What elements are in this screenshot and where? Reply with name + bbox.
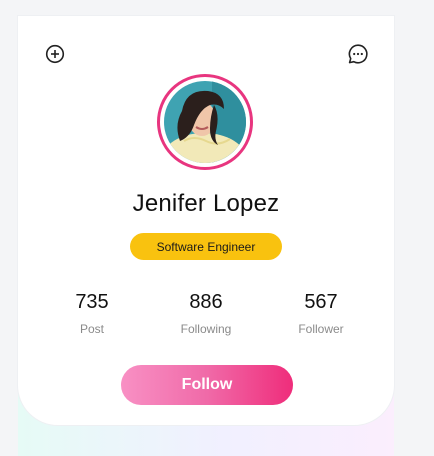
stat-follower: 567 Follower [271,290,371,336]
stat-label: Follower [298,322,344,336]
stat-value: 886 [189,291,223,313]
stat-value: 567 [304,291,338,313]
follow-button[interactable]: Follow [121,365,293,405]
avatar [164,81,246,163]
profile-name: Jenifer Lopez [132,190,280,217]
chat-bubble-icon[interactable] [345,41,371,67]
avatar-ring [157,74,253,170]
role-badge: Software Engineer [130,233,282,260]
stat-post: 735 Post [42,290,142,336]
stat-following: 886 Following [156,290,256,336]
stat-label: Post [79,322,104,336]
add-circle-icon[interactable] [42,41,68,67]
stat-label: Following [180,322,232,336]
stat-value: 735 [75,291,109,313]
